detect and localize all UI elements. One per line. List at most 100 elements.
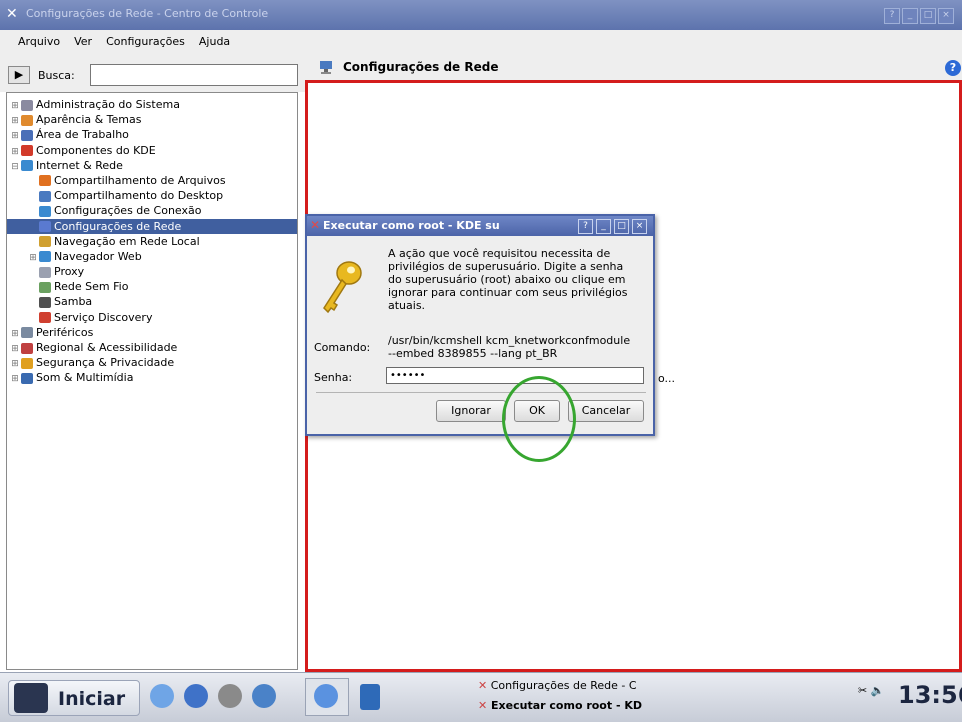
tree-item[interactable]: Navegação em Rede Local: [7, 234, 297, 249]
task-kdesu[interactable]: ✕ Executar como root - KD: [478, 696, 700, 716]
tree-item-label: Som & Multimídia: [36, 371, 134, 385]
module-icon: [21, 327, 33, 339]
module-title: Configurações de Rede: [343, 60, 499, 74]
tree-item[interactable]: Samba: [7, 294, 297, 309]
command-line: --embed 8389855 --lang pt_BR: [388, 347, 558, 360]
help-button[interactable]: ?: [884, 8, 900, 24]
storage-icon[interactable]: [360, 684, 380, 710]
module-icon: [21, 372, 33, 384]
module-icon: [21, 145, 33, 157]
dialog-titlebar[interactable]: ✕ Executar como root - KDE su ? _ □ ×: [307, 216, 653, 236]
tree-item[interactable]: ⊞ Segurança & Privacidade: [7, 355, 297, 370]
password-label: Senha:: [314, 371, 353, 384]
module-icon: [21, 357, 33, 369]
module-icon: [21, 342, 33, 354]
tree-item-label: Proxy: [54, 265, 85, 279]
tree-item[interactable]: Rede Sem Fio: [7, 279, 297, 294]
module-tree-panel: ⊞ Administração do Sistema ⊞ Aparência & Te…: [6, 92, 298, 670]
dialog-title: Executar como root - KDE su: [323, 219, 500, 232]
tree-item-label: Regional & Acessibilidade: [36, 341, 178, 354]
tree-item[interactable]: ⊟ Internet & Rede: [7, 158, 297, 173]
tree-item-label: Navegador Web: [54, 249, 142, 263]
tree-item[interactable]: ⊞ Regional & Acessibilidade: [7, 340, 297, 355]
module-tree: ⊞ Administração do Sistema ⊞ Aparência & Te…: [7, 97, 297, 386]
tree-item-label: Rede Sem Fio: [54, 280, 129, 294]
tree-item[interactable]: Configurações de Conexão: [7, 203, 297, 218]
clock: 13:56: [898, 681, 962, 709]
clipboard-icon[interactable]: ✂: [858, 684, 867, 697]
task-label: Configurações de Rede - C: [490, 679, 637, 692]
module-icon: [39, 296, 51, 308]
maximize-button[interactable]: □: [920, 8, 936, 24]
tree-item[interactable]: Configurações de Rede: [7, 218, 297, 234]
volume-icon[interactable]: 🔈: [871, 684, 885, 697]
tree-item[interactable]: ⊞ Área de Trabalho: [7, 127, 297, 142]
cancel-button[interactable]: Cancelar: [568, 400, 644, 422]
dialog-maximize-button[interactable]: □: [614, 219, 629, 234]
tree-item-label: Compartilhamento de Arquivos: [54, 173, 226, 187]
tree-item[interactable]: ⊞ Periféricos: [7, 325, 297, 340]
menu-ver[interactable]: Ver: [74, 35, 92, 48]
expand-icon[interactable]: ⊞: [11, 372, 19, 387]
tree-item[interactable]: ⊞ Aparência & Temas: [7, 112, 297, 127]
help-icon[interactable]: ?: [945, 60, 961, 76]
tree-item[interactable]: Compartilhamento de Arquivos: [7, 173, 297, 188]
globe-icon[interactable]: [314, 684, 338, 708]
command-label: Comando:: [314, 341, 371, 354]
tree-item[interactable]: ⊞ Administração do Sistema: [7, 97, 297, 112]
dialog-separator: [316, 392, 646, 393]
tree-item[interactable]: Serviço Discovery: [7, 310, 297, 325]
command-line: /usr/bin/kcmshell kcm_knetworkconfmodule: [388, 334, 631, 347]
window-titlebar[interactable]: ✕ Configurações de Rede - Centro de Cont…: [0, 0, 962, 30]
tree-item[interactable]: ⊞ Componentes do KDE: [7, 143, 297, 158]
menu-arquivo[interactable]: Arquivo: [18, 35, 60, 48]
minimize-button[interactable]: _: [902, 8, 918, 24]
search-input[interactable]: [90, 64, 298, 86]
module-icon: [39, 175, 51, 187]
menu-ajuda[interactable]: Ajuda: [199, 35, 230, 48]
tree-item-label: Área de Trabalho: [36, 128, 129, 142]
menu-configuracoes[interactable]: Configurações: [106, 35, 185, 48]
dialog-minimize-button[interactable]: _: [596, 219, 611, 234]
tree-item-label: Componentes do KDE: [36, 143, 156, 157]
message-line: atuais.: [388, 299, 426, 312]
close-button[interactable]: ×: [938, 8, 954, 24]
message-line: A ação que você requisitou necessita de: [388, 247, 611, 260]
module-icon: [39, 205, 51, 217]
key-icon: [323, 261, 362, 314]
control-center-icon: ✕: [6, 6, 18, 22]
search-label: Busca:: [38, 69, 75, 82]
module-icon: [39, 221, 51, 232]
module-icon: [39, 251, 51, 263]
dialog-help-button[interactable]: ?: [578, 219, 593, 234]
tree-item-label: Administração do Sistema: [36, 98, 180, 111]
module-icon: [21, 99, 33, 111]
tree-item-label: Compartilhamento do Desktop: [54, 189, 224, 203]
start-label: Iniciar: [58, 688, 126, 710]
task-label: Executar como root - KD: [491, 699, 643, 712]
window-title: Configurações de Rede - Centro de Contro…: [26, 7, 269, 20]
tree-item[interactable]: ⊞ Som & Multimídia: [7, 370, 297, 385]
help-center-icon[interactable]: [252, 684, 276, 708]
tree-item-label: Configurações de Rede: [54, 219, 182, 233]
module-icon: [21, 114, 33, 126]
tree-item[interactable]: Proxy: [7, 264, 297, 279]
tree-item-label: Navegação em Rede Local: [54, 234, 200, 248]
password-field[interactable]: ••••••: [386, 367, 644, 384]
browser-icon[interactable]: [184, 684, 208, 708]
tree-item[interactable]: ⊞ Navegador Web: [7, 249, 297, 264]
message-line: ignorar para continuar com seus privilég…: [388, 286, 628, 299]
tree-item-label: Segurança & Privacidade: [36, 356, 175, 370]
task-config-rede[interactable]: ✕ Configurações de Rede - C: [478, 676, 700, 696]
dialog-close-button[interactable]: ×: [632, 219, 647, 234]
tree-item-label: Configurações de Conexão: [54, 204, 202, 218]
tree-item[interactable]: Compartilhamento do Desktop: [7, 188, 297, 203]
ignore-button[interactable]: Ignorar: [436, 400, 506, 422]
home-folder-icon[interactable]: [150, 684, 174, 708]
clear-search-button[interactable]: ▶: [8, 66, 30, 84]
network-icon[interactable]: [218, 684, 242, 708]
dialog-controls: ? _ □ ×: [578, 219, 647, 234]
module-icon: [39, 236, 51, 248]
tree-item-label: Periféricos: [36, 325, 94, 339]
dialog-message: A ação que você requisitou necessita de …: [388, 247, 648, 312]
